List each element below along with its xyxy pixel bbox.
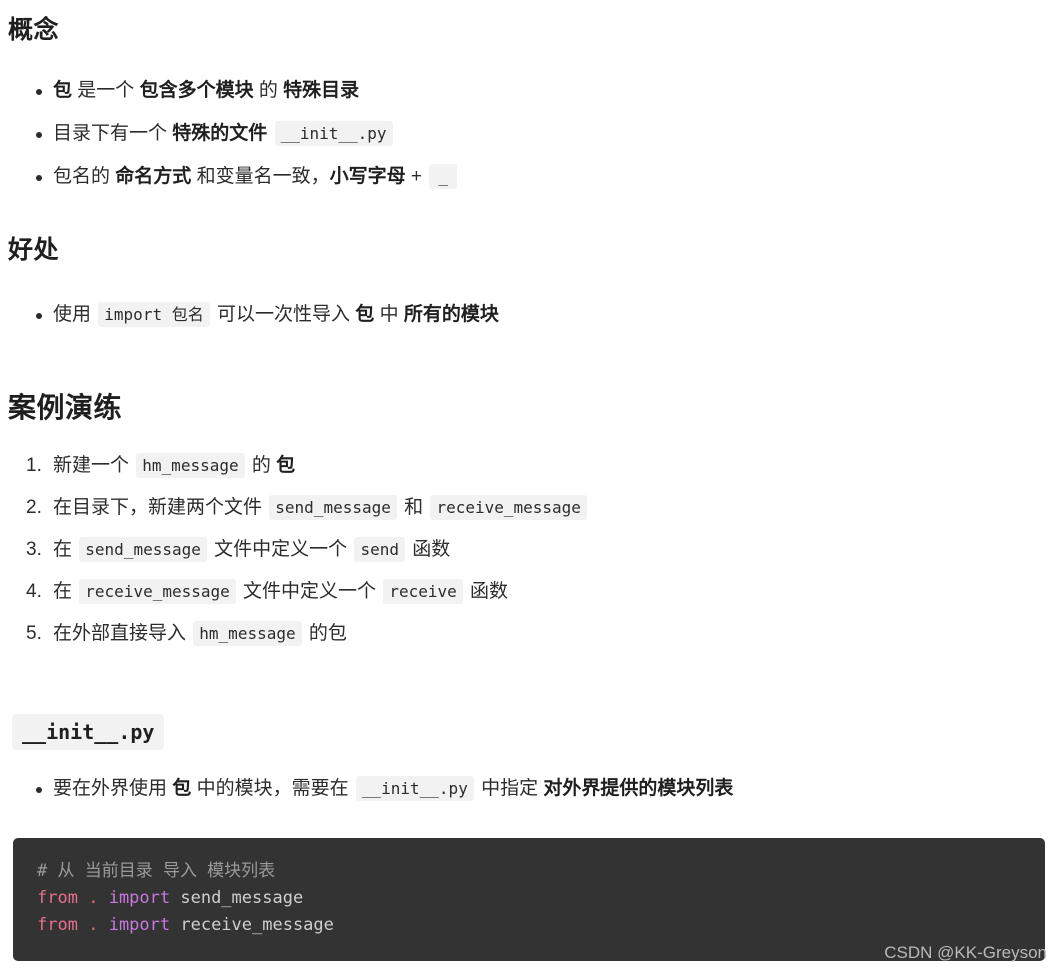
plain-text: 在 [53, 539, 78, 560]
code-token-name [98, 888, 108, 908]
plain-text: 要在外界使用 [53, 778, 173, 799]
plain-text: 函数 [464, 581, 509, 602]
code-token-punct: . [88, 915, 99, 935]
list-item-number: 4. [26, 581, 42, 602]
code-token-name [78, 915, 88, 935]
plain-text: 包名的 [53, 166, 116, 187]
plain-text: 中的模块，需要在 [191, 778, 354, 799]
heading-benefit: 好处 [8, 236, 60, 264]
code-token-comment: # 从 当前目录 导入 模块列表 [37, 861, 276, 881]
plain-text: 新建一个 [53, 455, 135, 476]
inline-code: send_message [79, 537, 207, 562]
inline-code: hm_message [136, 453, 245, 478]
plain-text: 可以一次性导入 [211, 304, 356, 325]
list-item: 4. 在 receive_message 文件中定义一个 receive 函数 [8, 579, 589, 605]
inline-code: __init__.py [274, 121, 393, 146]
code-token-kw: from [37, 888, 78, 908]
benefit-bullet-list: 使用 import 包名 可以一次性导入 包 中 所有的模块 [8, 302, 499, 345]
emphasis-text: 小写字母 [329, 166, 406, 187]
inline-code: send_message [269, 495, 397, 520]
code-token-name: send_message [170, 888, 304, 908]
article-page: 概念 包 是一个 包含多个模块 的 特殊目录 目录下有一个 特殊的文件 __ini… [0, 0, 1057, 971]
code-token-name [98, 915, 108, 935]
inline-code: __init__.py [355, 776, 474, 801]
concept-bullet-list: 包 是一个 包含多个模块 的 特殊目录 目录下有一个 特殊的文件 __init__… [8, 78, 459, 207]
list-item-number: 2. [26, 497, 42, 518]
list-item: 使用 import 包名 可以一次性导入 包 中 所有的模块 [8, 302, 499, 328]
emphasis-text: 包 [276, 455, 296, 476]
emphasis-text: 包 [53, 80, 73, 101]
list-item: 2. 在目录下，新建两个文件 send_message 和 receive_mes… [8, 495, 589, 521]
plain-text: 中 [374, 304, 404, 325]
plain-text: 在外部直接导入 [53, 623, 192, 644]
practice-step-list: 1. 新建一个 hm_message 的 包 2. 在目录下，新建两个文件 send_… [8, 453, 589, 663]
emphasis-text: 包含多个模块 [139, 80, 254, 101]
emphasis-text: 对外界提供的模块列表 [543, 778, 734, 799]
plain-text: 和变量名一致， [191, 166, 330, 187]
code-block-content: # 从 当前目录 导入 模块列表 from . import send_mess… [37, 858, 1021, 939]
code-token-kw2: import [108, 915, 171, 935]
plain-text: 文件中定义一个 [208, 539, 353, 560]
plain-text: + [405, 166, 428, 187]
plain-text: 目录下有一个 [53, 123, 173, 144]
list-item: 1. 新建一个 hm_message 的 包 [8, 453, 589, 479]
code-block: # 从 当前目录 导入 模块列表 from . import send_mess… [13, 838, 1045, 961]
list-item: 包 是一个 包含多个模块 的 特殊目录 [8, 78, 459, 104]
list-item: 目录下有一个 特殊的文件 __init__.py [8, 121, 459, 147]
inline-code: hm_message [193, 621, 302, 646]
emphasis-text: 特殊的文件 [172, 123, 268, 144]
list-item-number: 1. [26, 455, 42, 476]
inline-code: receive [383, 579, 463, 604]
plain-text: 是一个 [72, 80, 140, 101]
inline-code: receive_message [430, 495, 587, 520]
code-token-name [78, 888, 88, 908]
list-item-number: 5. [26, 623, 42, 644]
emphasis-text: 包 [172, 778, 192, 799]
list-item: 包名的 命名方式 和变量名一致，小写字母 + _ [8, 164, 459, 190]
plain-text: 的 [246, 455, 277, 476]
list-item: 5. 在外部直接导入 hm_message 的包 [8, 621, 589, 647]
plain-text: 中指定 [475, 778, 544, 799]
plain-text: 使用 [53, 304, 97, 325]
plain-text: 文件中定义一个 [237, 581, 382, 602]
init-bullet-list: 要在外界使用 包 中的模块，需要在 __init__.py 中指定 对外界提供的… [8, 776, 733, 819]
init-file-heading: __init__.py [12, 714, 165, 750]
heading-practice: 案例演练 [8, 392, 123, 423]
plain-text: 的包 [303, 623, 347, 644]
inline-code: _ [429, 164, 457, 189]
code-token-kw: from [37, 915, 78, 935]
init-file-heading-wrap: __init__.py [12, 714, 165, 750]
plain-text: 在 [53, 581, 78, 602]
emphasis-text: 所有的模块 [403, 304, 499, 325]
plain-text: 和 [398, 497, 429, 518]
plain-text: 的 [253, 80, 284, 101]
inline-code: receive_message [79, 579, 236, 604]
list-item-number: 3. [26, 539, 42, 560]
code-token-kw2: import [108, 888, 171, 908]
list-item: 要在外界使用 包 中的模块，需要在 __init__.py 中指定 对外界提供的… [8, 776, 733, 802]
heading-concept: 概念 [8, 16, 60, 44]
plain-text [267, 123, 272, 144]
inline-code: send [354, 537, 405, 562]
code-token-punct: . [88, 888, 99, 908]
emphasis-text: 命名方式 [115, 166, 192, 187]
plain-text: 函数 [406, 539, 451, 560]
code-token-name: receive_message [170, 915, 334, 935]
emphasis-text: 特殊目录 [283, 80, 360, 101]
emphasis-text: 包 [355, 304, 375, 325]
inline-code: import 包名 [98, 302, 210, 327]
list-item: 3. 在 send_message 文件中定义一个 send 函数 [8, 537, 589, 563]
plain-text: 在目录下，新建两个文件 [53, 497, 268, 518]
